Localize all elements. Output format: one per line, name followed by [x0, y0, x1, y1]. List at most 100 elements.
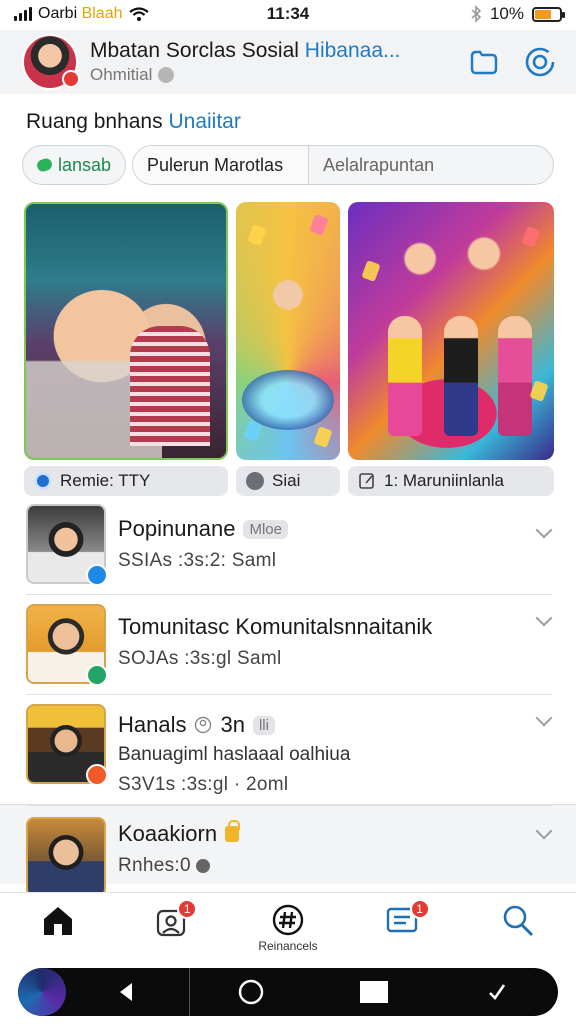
media-card-dance[interactable]	[236, 202, 340, 460]
filter-segmented: Pulerun Marotlas Aelalrapuntan	[132, 145, 554, 185]
status-right: 10%	[470, 4, 565, 24]
home-button[interactable]	[190, 968, 313, 1016]
header-text: Mbatan Sorclas Sosial Hibanaa... Ohmitia…	[90, 39, 458, 85]
header-actions	[466, 44, 558, 80]
list-item-tag: lli	[252, 715, 275, 735]
media-card-group[interactable]	[348, 202, 554, 460]
list-item-thumbnail	[26, 704, 108, 786]
section-title: Ruang bnhans Unaiitar	[26, 110, 241, 134]
recent-app-thumbnail[interactable]	[18, 968, 66, 1016]
list-item-description: Banuagiml haslaaal oalhiua	[118, 744, 351, 765]
hashtag-icon	[272, 904, 304, 936]
home-circle-icon	[238, 979, 264, 1005]
filter-segment-1[interactable]: Pulerun Marotlas	[133, 146, 309, 184]
page-title-main: Mbatan Sorclas Sosial	[90, 39, 299, 62]
dance-floor-graphic	[242, 370, 334, 430]
avatar[interactable]	[22, 34, 80, 90]
tab-label: Reinancels	[258, 939, 318, 953]
media-card-party[interactable]	[24, 202, 228, 460]
tab-profile[interactable]: 1	[115, 893, 230, 958]
share-icon	[246, 472, 264, 490]
list-item-title-text: Popinunane	[118, 516, 236, 541]
battery-icon	[532, 6, 565, 22]
person-icon	[195, 716, 212, 734]
notification-badge: 1	[177, 899, 198, 919]
sticker-graphic	[361, 260, 381, 282]
caption-text: 1: Maruniinlanla	[384, 471, 505, 490]
sticker-graphic	[243, 420, 263, 442]
battery-percent: 10%	[489, 4, 524, 23]
subtitle-text: Ohmitial	[90, 65, 153, 84]
list-item-thumbnail	[26, 817, 106, 897]
list-item-meta: Rnhes:0	[118, 855, 552, 877]
community-list: Popinunane Mloe SSIAs :3s:2: Saml Tomuni…	[0, 504, 576, 897]
person-figure	[498, 316, 532, 436]
back-button[interactable]	[66, 968, 189, 1016]
list-item-tag: Mloe	[243, 519, 288, 539]
list-item-title: Popinunane Mloe	[118, 516, 552, 542]
recents-icon	[359, 981, 388, 1003]
sticker-graphic	[309, 214, 329, 236]
list-item-meta: SOJAs :3s:gl Saml	[118, 648, 282, 669]
check-icon	[488, 984, 505, 1001]
list-item-meta: S3V1s :3s:gl · 2oml	[118, 774, 289, 795]
system-nav-bar	[18, 968, 558, 1016]
home-icon	[43, 907, 72, 935]
edit-icon	[359, 473, 374, 489]
search-icon	[504, 905, 534, 937]
recents-button[interactable]	[313, 968, 436, 1016]
filter-segment-2[interactable]: Aelalrapuntan	[309, 146, 448, 184]
list-item[interactable]: Tomunitasc Komunitalsnnaitanik SOJAs :3s…	[0, 594, 576, 694]
settings-button[interactable]	[522, 44, 558, 80]
tab-messages[interactable]: 1	[346, 893, 461, 958]
list-item-title-text: Tomunitasc Komunitalsnnaitanik	[118, 614, 433, 639]
status-left: Oarbi Blaah	[14, 5, 214, 23]
carrier-name: Oarbi Blaah	[38, 5, 123, 23]
list-item[interactable]: Popinunane Mloe SSIAs :3s:2: Saml	[0, 504, 576, 594]
wifi-icon	[128, 7, 149, 21]
list-item-title-text: Koaakiorn	[118, 821, 218, 846]
filter-pill-active[interactable]: lansab	[22, 145, 126, 185]
list-item[interactable]: Koaakiorn Rnhes:0	[0, 804, 576, 897]
tab-home[interactable]	[0, 893, 115, 958]
settings-icon	[525, 47, 555, 77]
tab-search[interactable]	[461, 893, 576, 958]
battery-level	[535, 9, 551, 19]
carrier-accent: Blaah	[81, 5, 123, 22]
media-caption-2[interactable]: Siai	[236, 466, 340, 496]
filter-bar: lansab Pulerun Marotlas Aelalrapuntan	[22, 145, 554, 185]
list-item[interactable]: Hanals 3n lli Banuagiml haslaaal oalhiua…	[0, 694, 576, 804]
list-item-title: Hanals 3n lli	[118, 712, 552, 738]
list-item-title: Tomunitasc Komunitalsnnaitanik	[118, 614, 552, 640]
lock-icon	[225, 820, 241, 842]
profile-header: Mbatan Sorclas Sosial Hibanaa... Ohmitia…	[0, 30, 576, 94]
community-badge-icon	[86, 664, 108, 686]
sticker-graphic	[529, 380, 549, 402]
caption-text: Remie: TTY	[60, 471, 151, 490]
list-item-count: 3n	[220, 712, 245, 737]
sticker-graphic	[247, 224, 267, 246]
page-title: Mbatan Sorclas Sosial Hibanaa...	[90, 39, 458, 63]
list-item-meta-text: Rnhes:0	[118, 855, 191, 876]
caption-text: Siai	[272, 471, 301, 490]
media-caption-3[interactable]: 1: Maruniinlanla	[348, 466, 554, 496]
list-item-thumbnail	[26, 604, 108, 686]
signal-icon	[14, 7, 32, 21]
live-badge-icon	[86, 764, 108, 786]
media-caption-1[interactable]: Remie: TTY	[24, 466, 228, 496]
header-subtitle: Ohmitial	[90, 65, 458, 85]
assist-button[interactable]	[435, 968, 558, 1016]
bluetooth-icon	[471, 5, 482, 23]
folder-button[interactable]	[466, 44, 502, 80]
tab-hashtag[interactable]: Reinancels	[230, 893, 345, 958]
list-item-meta: SSIAs :3s:2: Saml	[118, 550, 277, 571]
check-badge-icon	[86, 564, 108, 586]
page-title-accent: Hibanaa...	[304, 39, 401, 62]
person-figure	[444, 316, 478, 436]
globe-icon	[34, 472, 52, 490]
notification-badge: 1	[409, 899, 430, 919]
section-title-main: Ruang bnhans	[26, 110, 163, 133]
live-badge-icon	[62, 70, 80, 88]
leaf-icon	[35, 156, 54, 174]
list-item-title: Koaakiorn	[118, 820, 552, 847]
